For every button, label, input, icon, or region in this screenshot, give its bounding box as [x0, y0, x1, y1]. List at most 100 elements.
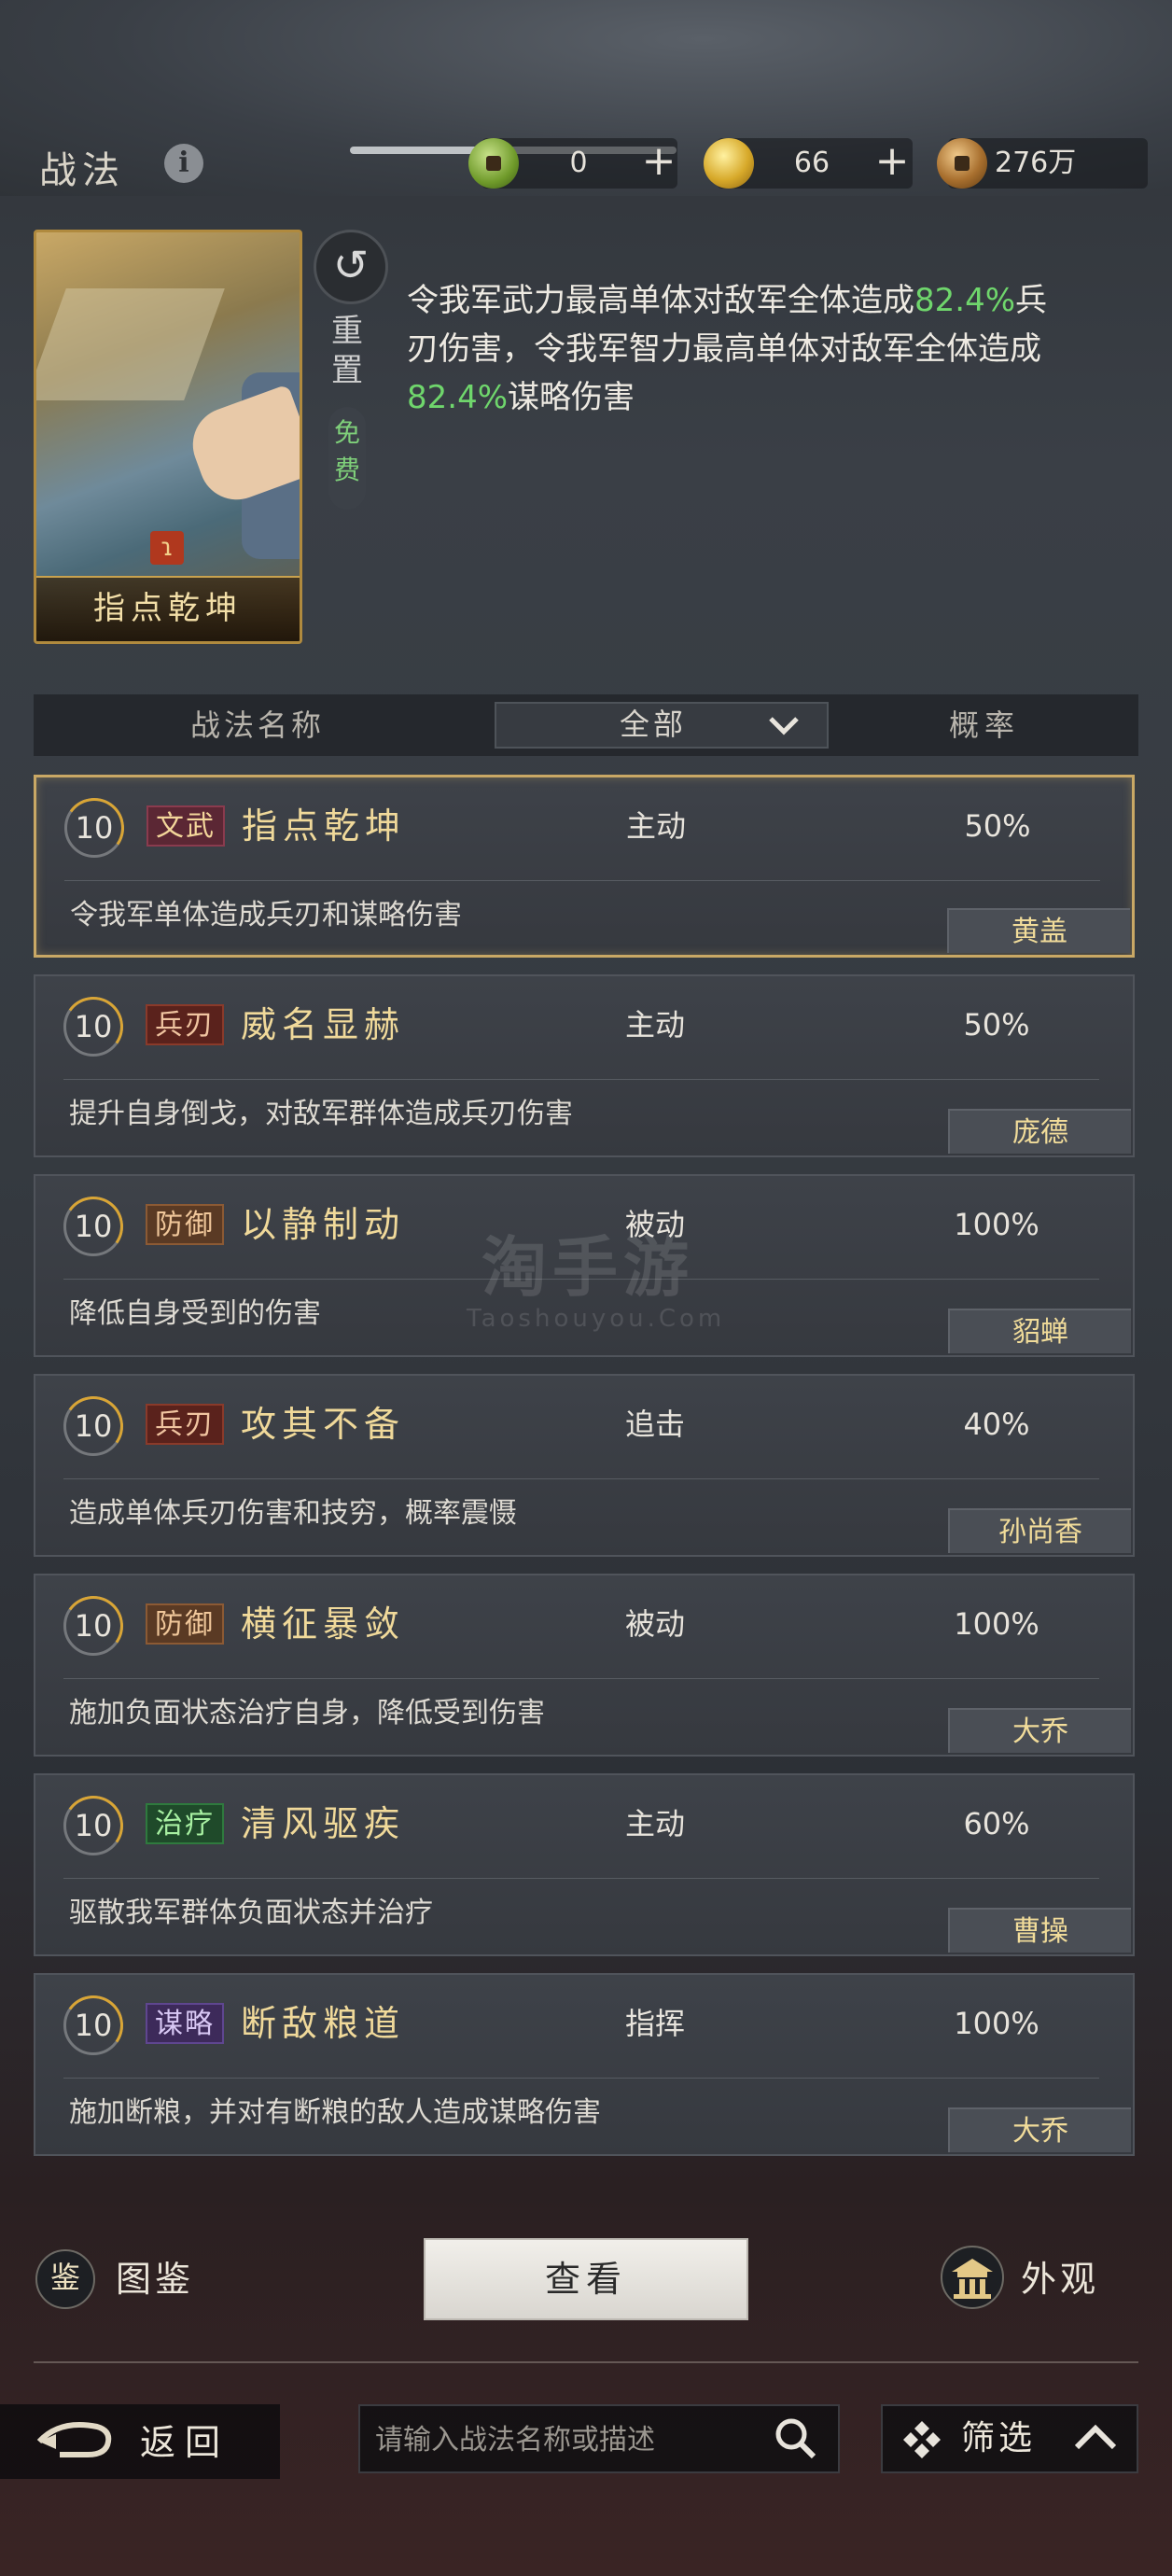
skill-row[interactable]: 10 兵刃 威名显赫 主动 50% 提升自身倒戈，对敌军群体造成兵刃伤害 庞德 — [34, 974, 1135, 1157]
skill-desc: 施加负面状态治疗自身，降低受到伤害 — [69, 1697, 545, 1729]
skill-row[interactable]: 10 治疗 清风驱疾 主动 60% 驱散我军群体负面状态并治疗 曹操 — [34, 1773, 1135, 1956]
hero-name[interactable]: 大乔 — [948, 1708, 1131, 1753]
skill-desc: 造成单体兵刃伤害和技穷，概率震慑 — [69, 1497, 517, 1530]
hero-name[interactable]: 曹操 — [948, 1908, 1131, 1953]
desc-highlight-2: 82.4% — [407, 379, 509, 416]
skill-rate: 100% — [954, 2006, 1039, 2041]
level-badge: 10 — [58, 1990, 129, 2061]
skill-category-tag: 兵刃 — [146, 1004, 224, 1045]
level-progress-arc — [58, 1391, 129, 1462]
skill-name: 清风驱疾 — [241, 1803, 406, 1844]
back-arrow-icon[interactable] — [32, 2414, 116, 2470]
card-art-fortress — [36, 288, 225, 400]
row-divider — [63, 1878, 1099, 1879]
level-progress-arc — [58, 1990, 129, 2061]
skill-desc: 驱散我军群体负面状态并治疗 — [69, 1897, 433, 1929]
reset-button[interactable]: ↺ — [314, 230, 388, 304]
skill-row[interactable]: 10 兵刃 攻其不备 追击 40% 造成单体兵刃伤害和技穷，概率震慑 孙尚香 — [34, 1374, 1135, 1557]
level-progress-arc — [59, 792, 130, 863]
codex-icon[interactable]: 鉴 — [35, 2249, 95, 2309]
info-icon[interactable]: i — [164, 144, 203, 183]
skill-name: 攻其不备 — [241, 1404, 406, 1445]
row-divider — [63, 1678, 1099, 1679]
skill-category-tag: 文武 — [146, 805, 225, 847]
copper-currency-value: 276万 — [995, 147, 1077, 179]
skill-name: 横征暴敛 — [241, 1603, 406, 1645]
chevron-down-icon[interactable] — [765, 706, 802, 743]
column-header-rate: 概率 — [948, 707, 1020, 743]
skill-type: 追击 — [624, 1407, 685, 1442]
skill-row[interactable]: 10 防御 横征暴敛 被动 100% 施加负面状态治疗自身，降低受到伤害 大乔 — [34, 1574, 1135, 1757]
type-filter-value: 全部 — [619, 707, 687, 742]
level-badge: 10 — [58, 991, 129, 1062]
skill-row[interactable]: 10 文武 指点乾坤 主动 50% 令我军单体造成兵刃和谋略伤害 黄盖 — [34, 775, 1135, 958]
level-progress-arc — [58, 1191, 129, 1262]
hero-name[interactable]: 庞德 — [948, 1109, 1131, 1154]
skill-rate: 100% — [954, 1207, 1039, 1242]
skill-rate: 50% — [964, 808, 1031, 844]
skill-type: 被动 — [624, 1606, 685, 1642]
skill-name: 指点乾坤 — [242, 805, 407, 847]
page-title: 战法 — [39, 149, 125, 192]
skill-desc: 降低自身受到的伤害 — [69, 1297, 321, 1330]
skill-card[interactable]: ɿ 指点乾坤 — [34, 230, 302, 644]
desc-highlight-1: 82.4% — [914, 282, 1016, 319]
hero-name[interactable]: 大乔 — [948, 2107, 1131, 2152]
appearance-icon[interactable] — [939, 2244, 1006, 2311]
search-input[interactable] — [373, 2412, 750, 2468]
filter-icon[interactable] — [901, 2419, 942, 2460]
search-icon[interactable] — [771, 2414, 821, 2464]
skill-name: 以静制动 — [241, 1204, 406, 1245]
jade-coin-icon — [468, 138, 519, 189]
row-divider — [63, 1478, 1099, 1479]
bottom-divider — [34, 2361, 1138, 2363]
codex-label[interactable]: 图鉴 — [116, 2253, 194, 2305]
level-badge: 10 — [59, 792, 130, 863]
skill-category-tag: 防御 — [146, 1204, 224, 1245]
back-label[interactable]: 返回 — [140, 2417, 230, 2468]
filter-label[interactable]: 筛选 — [961, 2414, 1036, 2464]
row-divider — [63, 1079, 1099, 1080]
level-badge: 10 — [58, 1590, 129, 1661]
gold-add-button[interactable]: + — [872, 138, 913, 189]
jade-add-button[interactable]: + — [638, 138, 679, 189]
hero-name[interactable]: 孙尚香 — [948, 1508, 1131, 1553]
reset-label-text: 重置 — [331, 313, 363, 389]
skill-category-tag: 兵刃 — [146, 1404, 224, 1445]
skill-desc: 提升自身倒戈，对敌军群体造成兵刃伤害 — [69, 1098, 573, 1130]
skill-type: 主动 — [624, 1007, 685, 1043]
level-progress-arc — [58, 1790, 129, 1861]
jade-currency-value: 0 — [569, 147, 588, 179]
chevron-up-icon[interactable] — [1071, 2415, 1120, 2462]
desc-part-3: 谋略伤害 — [508, 379, 635, 416]
skill-category-tag: 治疗 — [146, 1803, 224, 1844]
hero-name[interactable]: 黄盖 — [947, 908, 1130, 953]
gold-coin-icon — [704, 138, 754, 189]
skill-desc: 令我军单体造成兵刃和谋略伤害 — [70, 899, 462, 931]
skill-name: 威名显赫 — [241, 1004, 406, 1045]
skill-desc: 施加断粮，并对有断粮的敌人造成谋略伤害 — [69, 2096, 601, 2129]
skill-rate: 100% — [954, 1606, 1039, 1642]
skill-type: 指挥 — [624, 2006, 685, 2041]
skill-name: 断敌粮道 — [241, 2003, 406, 2044]
skill-rate: 40% — [963, 1407, 1030, 1442]
gold-currency-value: 66 — [793, 147, 830, 179]
skill-rate: 60% — [963, 1806, 1030, 1841]
reset-label: 重置 — [328, 312, 366, 390]
hero-name[interactable]: 貂蝉 — [948, 1309, 1131, 1353]
copper-coin-icon — [937, 138, 987, 189]
appearance-label[interactable]: 外观 — [1021, 2253, 1099, 2305]
desc-part-1: 令我军武力最高单体对敌军全体造成 — [407, 282, 914, 319]
watermark: 淘手游 Taoshouyou.Com — [467, 1230, 721, 1333]
level-badge: 10 — [58, 1391, 129, 1462]
level-progress-arc — [58, 991, 129, 1062]
card-skill-name: 指点乾坤 — [36, 576, 300, 641]
level-badge: 10 — [58, 1191, 129, 1262]
row-divider — [63, 2078, 1099, 2079]
skill-type: 主动 — [625, 808, 686, 844]
skill-row[interactable]: 10 谋略 断敌粮道 指挥 100% 施加断粮，并对有断粮的敌人造成谋略伤害 大乔 — [34, 1973, 1135, 2156]
free-badge: 免费 — [328, 407, 366, 510]
skill-description: 令我军武力最高单体对敌军全体造成82.4%兵刃伤害，令我军智力最高单体对敌军全体… — [407, 276, 1060, 422]
skill-type: 主动 — [624, 1806, 685, 1841]
view-button[interactable]: 查看 — [424, 2238, 748, 2320]
